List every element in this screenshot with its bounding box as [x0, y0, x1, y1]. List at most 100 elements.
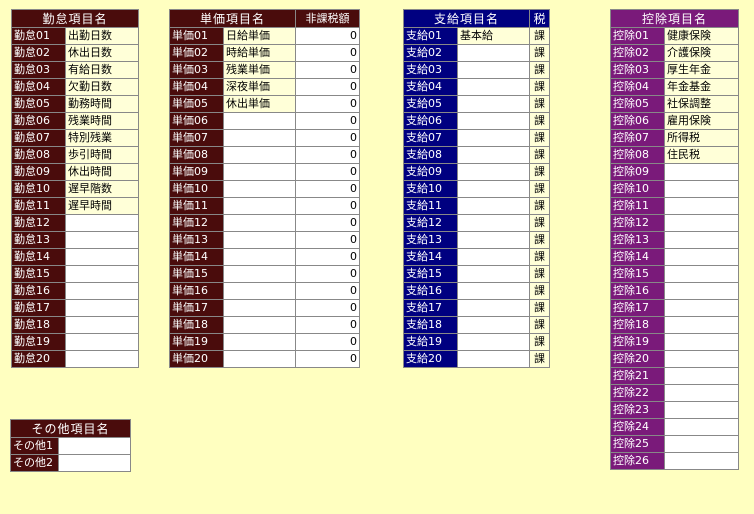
deduction-name-field[interactable] — [663, 418, 740, 436]
unit-price-name-field[interactable] — [222, 299, 297, 317]
tax-type-field[interactable]: 課 — [529, 61, 551, 79]
attendance-name-field[interactable] — [64, 350, 140, 368]
deduction-name-field[interactable] — [663, 316, 740, 334]
tax-exempt-amount-field[interactable]: 0 — [295, 231, 361, 249]
attendance-name-field[interactable]: 特別残業 — [64, 129, 140, 147]
tax-type-field[interactable]: 課 — [529, 282, 551, 300]
payment-name-field[interactable] — [456, 61, 531, 79]
unit-price-name-field[interactable] — [222, 350, 297, 368]
attendance-name-field[interactable] — [64, 299, 140, 317]
tax-type-field[interactable]: 課 — [529, 163, 551, 181]
tax-type-field[interactable]: 課 — [529, 180, 551, 198]
payment-name-field[interactable] — [456, 231, 531, 249]
attendance-name-field[interactable]: 遅早時間 — [64, 197, 140, 215]
unit-price-name-field[interactable] — [222, 112, 297, 130]
other-name-field[interactable] — [57, 454, 132, 472]
deduction-name-field[interactable]: 社保調整 — [663, 95, 740, 113]
payment-name-field[interactable] — [456, 197, 531, 215]
unit-price-name-field[interactable] — [222, 248, 297, 266]
attendance-name-field[interactable]: 歩引時間 — [64, 146, 140, 164]
payment-name-field[interactable] — [456, 44, 531, 62]
payment-name-field[interactable] — [456, 78, 531, 96]
payment-name-field[interactable] — [456, 112, 531, 130]
payment-name-field[interactable] — [456, 265, 531, 283]
tax-exempt-amount-field[interactable]: 0 — [295, 180, 361, 198]
unit-price-name-field[interactable]: 休出単価 — [222, 95, 297, 113]
attendance-name-field[interactable]: 出勤日数 — [64, 27, 140, 45]
attendance-name-field[interactable] — [64, 282, 140, 300]
deduction-name-field[interactable] — [663, 214, 740, 232]
payment-name-field[interactable] — [456, 282, 531, 300]
attendance-name-field[interactable] — [64, 248, 140, 266]
unit-price-name-field[interactable] — [222, 231, 297, 249]
tax-exempt-amount-field[interactable]: 0 — [295, 214, 361, 232]
unit-price-name-field[interactable] — [222, 163, 297, 181]
unit-price-name-field[interactable] — [222, 316, 297, 334]
tax-exempt-amount-field[interactable]: 0 — [295, 61, 361, 79]
attendance-name-field[interactable] — [64, 316, 140, 334]
attendance-name-field[interactable]: 遅早階数 — [64, 180, 140, 198]
attendance-name-field[interactable] — [64, 333, 140, 351]
unit-price-name-field[interactable]: 日給単価 — [222, 27, 297, 45]
deduction-name-field[interactable] — [663, 435, 740, 453]
payment-name-field[interactable] — [456, 180, 531, 198]
unit-price-name-field[interactable] — [222, 333, 297, 351]
unit-price-name-field[interactable] — [222, 197, 297, 215]
tax-type-field[interactable]: 課 — [529, 112, 551, 130]
attendance-name-field[interactable]: 残業時間 — [64, 112, 140, 130]
tax-exempt-amount-field[interactable]: 0 — [295, 265, 361, 283]
tax-type-field[interactable]: 課 — [529, 146, 551, 164]
payment-name-field[interactable] — [456, 316, 531, 334]
unit-price-name-field[interactable] — [222, 214, 297, 232]
payment-name-field[interactable] — [456, 163, 531, 181]
payment-name-field[interactable] — [456, 129, 531, 147]
unit-price-name-field[interactable] — [222, 180, 297, 198]
payment-name-field[interactable] — [456, 299, 531, 317]
tax-exempt-amount-field[interactable]: 0 — [295, 78, 361, 96]
payment-name-field[interactable] — [456, 214, 531, 232]
deduction-name-field[interactable] — [663, 197, 740, 215]
tax-exempt-amount-field[interactable]: 0 — [295, 282, 361, 300]
deduction-name-field[interactable]: 年金基金 — [663, 78, 740, 96]
deduction-name-field[interactable] — [663, 401, 740, 419]
unit-price-name-field[interactable] — [222, 146, 297, 164]
deduction-name-field[interactable] — [663, 299, 740, 317]
tax-exempt-amount-field[interactable]: 0 — [295, 333, 361, 351]
attendance-name-field[interactable] — [64, 265, 140, 283]
deduction-name-field[interactable]: 健康保険 — [663, 27, 740, 45]
deduction-name-field[interactable]: 介護保険 — [663, 44, 740, 62]
tax-type-field[interactable]: 課 — [529, 231, 551, 249]
tax-type-field[interactable]: 課 — [529, 299, 551, 317]
tax-type-field[interactable]: 課 — [529, 265, 551, 283]
deduction-name-field[interactable]: 雇用保険 — [663, 112, 740, 130]
tax-exempt-amount-field[interactable]: 0 — [295, 44, 361, 62]
tax-exempt-amount-field[interactable]: 0 — [295, 316, 361, 334]
unit-price-name-field[interactable] — [222, 129, 297, 147]
unit-price-name-field[interactable] — [222, 265, 297, 283]
attendance-name-field[interactable] — [64, 214, 140, 232]
deduction-name-field[interactable] — [663, 265, 740, 283]
tax-exempt-amount-field[interactable]: 0 — [295, 350, 361, 368]
payment-name-field[interactable]: 基本給 — [456, 27, 531, 45]
deduction-name-field[interactable] — [663, 350, 740, 368]
tax-type-field[interactable]: 課 — [529, 333, 551, 351]
deduction-name-field[interactable] — [663, 452, 740, 470]
tax-exempt-amount-field[interactable]: 0 — [295, 163, 361, 181]
other-name-field[interactable] — [57, 437, 132, 455]
deduction-name-field[interactable]: 所得税 — [663, 129, 740, 147]
tax-type-field[interactable]: 課 — [529, 27, 551, 45]
payment-name-field[interactable] — [456, 350, 531, 368]
unit-price-name-field[interactable] — [222, 282, 297, 300]
deduction-name-field[interactable] — [663, 248, 740, 266]
attendance-name-field[interactable]: 欠勤日数 — [64, 78, 140, 96]
tax-exempt-amount-field[interactable]: 0 — [295, 129, 361, 147]
deduction-name-field[interactable] — [663, 180, 740, 198]
deduction-name-field[interactable] — [663, 231, 740, 249]
tax-exempt-amount-field[interactable]: 0 — [295, 95, 361, 113]
unit-price-name-field[interactable]: 時給単価 — [222, 44, 297, 62]
tax-exempt-amount-field[interactable]: 0 — [295, 112, 361, 130]
tax-type-field[interactable]: 課 — [529, 214, 551, 232]
tax-type-field[interactable]: 課 — [529, 78, 551, 96]
tax-exempt-amount-field[interactable]: 0 — [295, 248, 361, 266]
unit-price-name-field[interactable]: 深夜単価 — [222, 78, 297, 96]
